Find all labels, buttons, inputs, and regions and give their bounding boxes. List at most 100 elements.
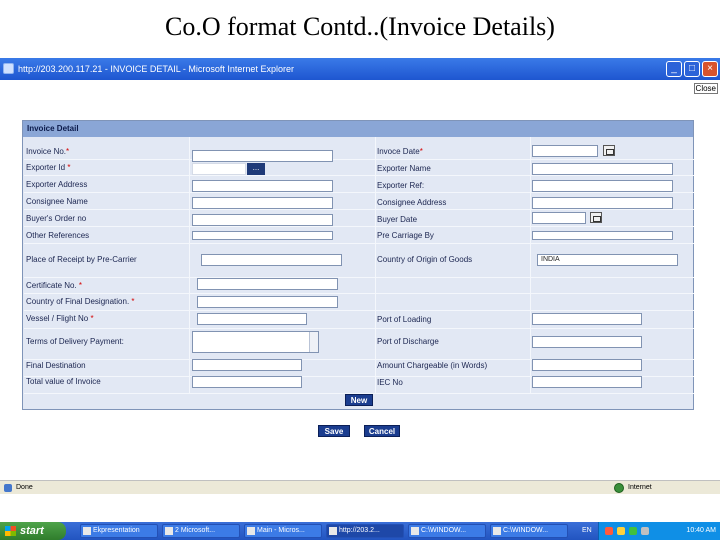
- country-final-destination-input[interactable]: [197, 296, 338, 308]
- terms-delivery-textarea[interactable]: [192, 331, 319, 353]
- buyers-order-label: Buyer's Order no: [26, 214, 87, 223]
- pre-carriage-label: Pre Carriage By: [377, 231, 434, 240]
- exporter-ref-input[interactable]: [532, 180, 673, 192]
- page-icon: [4, 484, 12, 492]
- tray-app-icon[interactable]: [641, 527, 649, 535]
- column-divider: [530, 137, 531, 393]
- invoice-date-input[interactable]: [532, 145, 598, 157]
- total-value-input[interactable]: [192, 376, 302, 388]
- row-divider: [24, 226, 694, 227]
- row-divider: [24, 277, 694, 278]
- calendar-icon[interactable]: [603, 145, 615, 156]
- taskbar-item-label: 2 Microsoft...: [175, 527, 216, 534]
- country-of-origin-input[interactable]: INDIA: [537, 254, 678, 266]
- row-divider: [24, 243, 694, 244]
- other-references-input[interactable]: [192, 231, 333, 240]
- exporter-address-input[interactable]: [192, 180, 333, 192]
- browser-window: http://203.200.117.21 - INVOICE DETAIL -…: [0, 58, 720, 540]
- invoice-no-input[interactable]: [192, 150, 333, 162]
- row-divider: [24, 310, 694, 311]
- column-divider: [189, 137, 190, 393]
- system-tray: 10:40 AM: [598, 522, 720, 540]
- window-controls: _ □ ×: [666, 61, 718, 77]
- other-references-label: Other References: [26, 231, 90, 240]
- taskbar-item[interactable]: Ekpresentation: [80, 524, 158, 538]
- calendar-icon[interactable]: [590, 212, 602, 223]
- row-divider: [24, 328, 694, 329]
- window-title: http://203.200.117.21 - INVOICE DETAIL -…: [18, 64, 294, 74]
- status-bar: Done Internet: [0, 480, 720, 494]
- vessel-flight-label: Vessel / Flight No *: [26, 314, 94, 323]
- amount-chargeable-label: Amount Chargeable (in Words): [377, 361, 488, 370]
- taskbar-item[interactable]: 2 Microsoft...: [162, 524, 240, 538]
- status-text: Done: [16, 484, 33, 491]
- country-final-destination-label: Country of Final Designation. *: [26, 297, 135, 306]
- app-icon: [329, 527, 337, 535]
- place-of-receipt-label: Place of Receipt by Pre-Carrier: [26, 255, 137, 264]
- buyers-order-input[interactable]: [192, 214, 333, 226]
- cancel-button[interactable]: Cancel: [364, 425, 400, 437]
- app-icon: [83, 527, 91, 535]
- language-indicator[interactable]: EN: [582, 522, 592, 540]
- column-divider: [375, 137, 376, 393]
- exporter-ref-label: Exporter Ref:: [377, 181, 425, 190]
- invoice-detail-form: Invoice Detail Invoice No.* Invoce Date*: [22, 120, 694, 410]
- taskbar-item[interactable]: Main - Micros...: [244, 524, 322, 538]
- port-of-loading-input[interactable]: [532, 313, 642, 325]
- tray-app-icon[interactable]: [605, 527, 613, 535]
- start-button[interactable]: start: [0, 522, 66, 540]
- tray-app-icon[interactable]: [617, 527, 625, 535]
- total-value-label: Total value of Invoice: [26, 377, 101, 386]
- place-of-receipt-input[interactable]: [201, 254, 342, 266]
- taskbar-item-label: Ekpresentation: [93, 527, 140, 534]
- buyer-date-input[interactable]: [532, 212, 586, 224]
- tray-app-icon[interactable]: [629, 527, 637, 535]
- pre-carriage-input[interactable]: [532, 231, 673, 240]
- window-titlebar[interactable]: http://203.200.117.21 - INVOICE DETAIL -…: [0, 58, 720, 80]
- windows-logo-icon: [5, 526, 16, 536]
- port-of-loading-label: Port of Loading: [377, 315, 432, 324]
- country-of-origin-label: Country of Origin of Goods: [377, 255, 473, 264]
- taskbar-item-label: Main - Micros...: [257, 527, 305, 534]
- taskbar-item[interactable]: C:\WINDOW...: [408, 524, 486, 538]
- vessel-flight-input[interactable]: [197, 313, 307, 325]
- ie-icon: [3, 63, 14, 74]
- save-button[interactable]: Save: [318, 425, 350, 437]
- consignee-address-input[interactable]: [532, 197, 673, 209]
- taskbar: start Ekpresentation 2 Microsoft... Main…: [0, 522, 720, 540]
- app-icon: [411, 527, 419, 535]
- row-divider: [24, 159, 694, 160]
- row-divider: [24, 209, 694, 210]
- scroll-edge: Close: [693, 80, 720, 480]
- textarea-scrollbar[interactable]: [309, 332, 318, 352]
- start-label: start: [20, 525, 44, 537]
- iec-no-label: IEC No: [377, 378, 403, 387]
- form-header: Invoice Detail: [23, 121, 693, 137]
- exporter-lookup-button[interactable]: ...: [247, 163, 265, 175]
- exporter-id-input[interactable]: [192, 163, 246, 175]
- amount-chargeable-input[interactable]: [532, 359, 642, 371]
- app-icon: [493, 527, 501, 535]
- consignee-name-input[interactable]: [192, 197, 333, 209]
- taskbar-item[interactable]: C:\WINDOW...: [490, 524, 568, 538]
- buyer-date-label: Buyer Date: [377, 215, 418, 224]
- certificate-no-input[interactable]: [197, 278, 338, 290]
- slide-title: Co.O format Contd..(Invoice Details): [165, 12, 555, 41]
- row-divider: [24, 175, 694, 176]
- taskbar-item-active[interactable]: http://203.2...: [326, 524, 404, 538]
- globe-icon: [614, 483, 624, 493]
- taskbar-item-label: C:\WINDOW...: [421, 527, 467, 534]
- maximize-icon[interactable]: □: [684, 61, 700, 77]
- clock[interactable]: 10:40 AM: [686, 522, 716, 540]
- row-divider: [24, 192, 694, 193]
- final-destination-input[interactable]: [192, 359, 302, 371]
- close-link[interactable]: Close: [693, 83, 718, 94]
- new-button[interactable]: New: [345, 394, 373, 406]
- row-divider: [24, 293, 694, 294]
- invoice-no-label: Invoice No.*: [26, 147, 70, 156]
- iec-no-input[interactable]: [532, 376, 642, 388]
- port-of-discharge-input[interactable]: [532, 336, 642, 348]
- exporter-name-input[interactable]: [532, 163, 673, 175]
- minimize-icon[interactable]: _: [666, 61, 682, 77]
- close-icon[interactable]: ×: [702, 61, 718, 77]
